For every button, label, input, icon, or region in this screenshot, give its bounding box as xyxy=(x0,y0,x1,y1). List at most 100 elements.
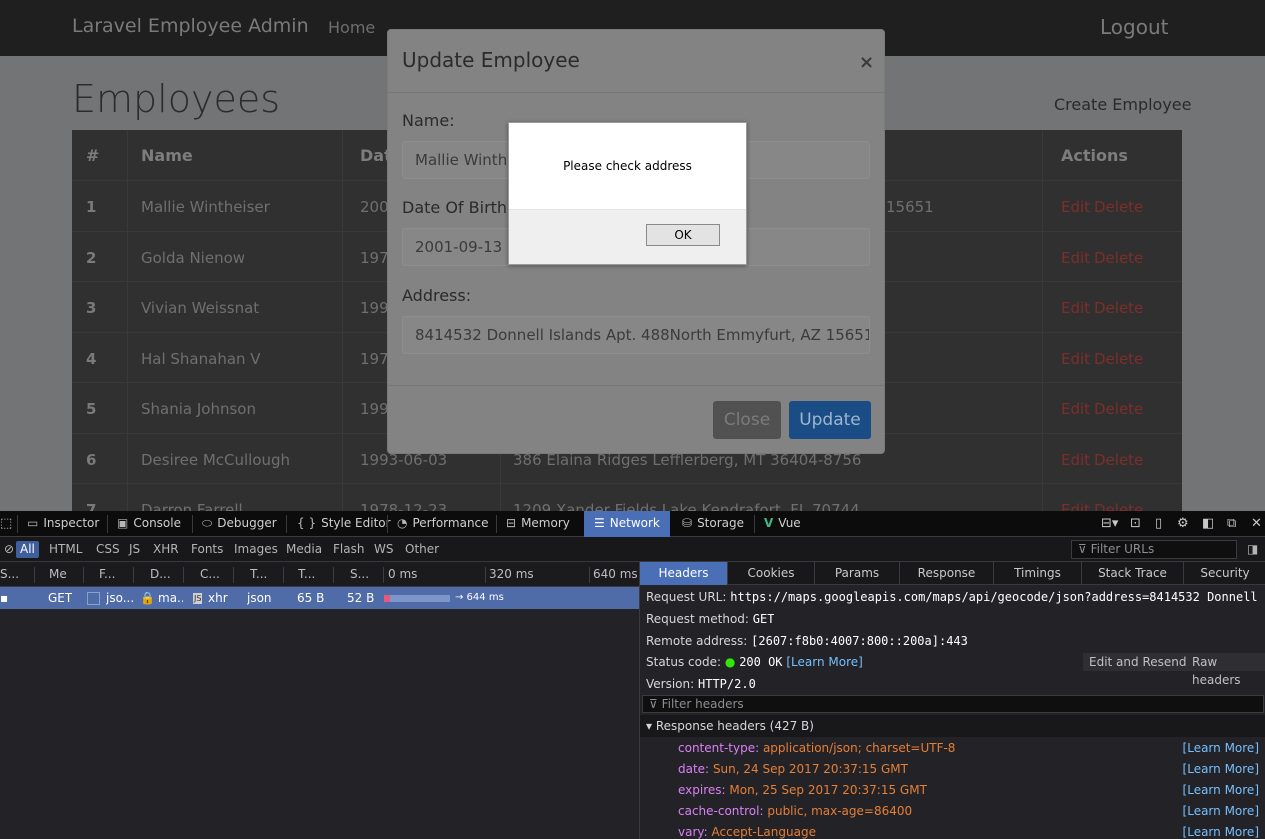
tab-vue[interactable]: V Vue xyxy=(764,511,814,537)
header-learn-more-link[interactable]: [Learn More] xyxy=(1183,822,1259,839)
request-domain: ma... xyxy=(158,591,183,605)
modal-close-button[interactable]: Close xyxy=(713,401,781,439)
row-edit-link[interactable]: Edit xyxy=(1061,282,1090,332)
row-edit-link[interactable]: Edit xyxy=(1061,383,1090,433)
filter-media[interactable]: Media xyxy=(282,541,326,558)
waterfall-tick-640: 640 ms xyxy=(593,567,638,581)
filter-ws[interactable]: WS xyxy=(370,541,397,558)
header-learn-more-link[interactable]: [Learn More] xyxy=(1183,738,1259,758)
tab-stack-trace[interactable]: Stack Trace xyxy=(1082,562,1183,585)
tab-network[interactable]: ☰ Network xyxy=(584,511,670,537)
tab-console[interactable]: ▣ Console xyxy=(117,511,197,537)
tab-storage-label: Storage xyxy=(697,516,745,530)
response-header-value[interactable]: Mon, 25 Sep 2017 20:37:15 GMT xyxy=(729,783,927,797)
filter-flash[interactable]: Flash xyxy=(329,541,368,558)
filter-fonts[interactable]: Fonts xyxy=(187,541,227,558)
request-url-value[interactable]: https://maps.googleapis.com/maps/api/geo… xyxy=(730,590,1265,604)
row-delete-link[interactable]: Delete xyxy=(1094,484,1143,511)
tab-response[interactable]: Response xyxy=(900,562,993,585)
row-edit-link[interactable]: Edit xyxy=(1061,484,1090,511)
row-edit-link[interactable]: Edit xyxy=(1061,232,1090,282)
tab-timings[interactable]: Timings xyxy=(994,562,1081,585)
modal-close-icon[interactable]: × xyxy=(859,52,874,73)
split-console-icon[interactable]: ⊟▾ xyxy=(1101,511,1118,537)
col-domain[interactable]: D... xyxy=(150,562,180,587)
tab-storage[interactable]: ⛁ Storage xyxy=(682,511,754,537)
tab-cookies[interactable]: Cookies xyxy=(728,562,814,585)
tab-performance[interactable]: ◔ Performance xyxy=(397,511,497,537)
response-header-value[interactable]: Accept-Language xyxy=(712,825,816,839)
row-edit-link[interactable]: Edit xyxy=(1061,434,1090,484)
response-headers-section[interactable]: ▾ Response headers (427 B) xyxy=(640,715,1265,737)
tabbar-divider xyxy=(496,515,497,533)
tab-memory[interactable]: ⊟ Memory xyxy=(506,511,584,537)
filter-html[interactable]: HTML xyxy=(45,541,86,558)
raw-headers-button[interactable]: Raw headers xyxy=(1186,653,1265,687)
filter-other[interactable]: Other xyxy=(401,541,443,558)
waterfall-tick-320: 320 ms xyxy=(489,567,534,581)
row-number: 4 xyxy=(86,349,97,368)
filter-urls-input[interactable]: ⊽ Filter URLs xyxy=(1071,540,1237,559)
status-code-label: Status code: xyxy=(646,655,722,669)
create-employee-link[interactable]: Create Employee xyxy=(1054,95,1192,114)
header-learn-more-link[interactable]: [Learn More] xyxy=(1183,780,1259,800)
col-size[interactable]: S... xyxy=(350,562,380,587)
row-delete-link[interactable]: Delete xyxy=(1094,282,1143,332)
row-delete-link[interactable]: Delete xyxy=(1094,232,1143,282)
response-header-value[interactable]: Sun, 24 Sep 2017 20:37:15 GMT xyxy=(713,762,908,776)
col-type[interactable]: T... xyxy=(250,562,280,587)
row-delete-link[interactable]: Delete xyxy=(1094,181,1143,231)
row-delete-link[interactable]: Delete xyxy=(1094,383,1143,433)
filter-images[interactable]: Images xyxy=(230,541,282,558)
tab-style-editor[interactable]: { } Style Editor xyxy=(297,511,391,537)
dock-side-icon[interactable]: ◧ xyxy=(1202,511,1214,537)
tab-headers[interactable]: Headers xyxy=(640,562,727,585)
header-learn-more-link[interactable]: [Learn More] xyxy=(1183,801,1259,821)
tab-debugger[interactable]: ⬭ Debugger xyxy=(202,511,287,537)
col-file[interactable]: F... xyxy=(99,562,129,587)
device-icon[interactable]: ▯ xyxy=(1155,511,1162,537)
edit-and-resend-button[interactable]: Edit and Resend xyxy=(1083,653,1193,671)
col-transferred[interactable]: T... xyxy=(298,562,328,587)
toggle-panel-icon[interactable]: ◨ xyxy=(1243,541,1262,558)
request-method-label: Request method: xyxy=(646,612,749,626)
nav-home-link[interactable]: Home xyxy=(328,18,375,37)
row-delete-link[interactable]: Delete xyxy=(1094,333,1143,383)
modal-update-button[interactable]: Update xyxy=(789,401,871,439)
nav-logout-link[interactable]: Logout xyxy=(1100,15,1168,39)
alert-ok-button[interactable]: OK xyxy=(646,224,720,246)
pick-element-icon[interactable]: ⬚ xyxy=(0,511,12,537)
filter-xhr[interactable]: XHR xyxy=(149,541,183,558)
row-edit-link[interactable]: Edit xyxy=(1061,333,1090,383)
tab-inspector[interactable]: ▭ Inspector xyxy=(27,511,107,537)
filter-js[interactable]: JS xyxy=(125,541,144,558)
responsive-mode-icon[interactable]: ⊡ xyxy=(1130,511,1141,537)
tab-memory-label: Memory xyxy=(521,516,570,530)
collapse-triangle-icon: ▾ xyxy=(646,719,656,733)
request-method-line: Request method: GET xyxy=(646,610,774,628)
navbar-brand[interactable]: Laravel Employee Admin xyxy=(72,15,309,37)
modal-footer-divider xyxy=(388,385,884,386)
tabbar-divider xyxy=(17,515,18,533)
row-dob: 1978-12-23 xyxy=(360,501,448,511)
request-row[interactable]: ▪ GET jso... 🔒 ma... JS xhr json 65 B 52… xyxy=(0,587,639,609)
row-edit-link[interactable]: Edit xyxy=(1061,181,1090,231)
tab-security[interactable]: Security xyxy=(1184,562,1265,585)
col-cause[interactable]: C... xyxy=(200,562,230,587)
close-devtools-icon[interactable]: ✕ xyxy=(1251,511,1262,537)
request-size: 52 B xyxy=(347,591,375,605)
col-status[interactable]: S... xyxy=(0,562,30,587)
response-header-value[interactable]: application/json; charset=UTF-8 xyxy=(763,741,956,755)
address-input[interactable]: 8414532 Donnell Islands Apt. 488North Em… xyxy=(402,316,870,354)
response-header-value[interactable]: public, max-age=86400 xyxy=(767,804,912,818)
header-learn-more-link[interactable]: [Learn More] xyxy=(1183,759,1259,779)
separate-window-icon[interactable]: ⧉ xyxy=(1227,511,1236,537)
col-method[interactable]: Me xyxy=(49,562,79,587)
filter-css[interactable]: CSS xyxy=(92,541,124,558)
filter-all[interactable]: All xyxy=(16,541,39,558)
tab-params[interactable]: Params xyxy=(815,562,899,585)
row-delete-link[interactable]: Delete xyxy=(1094,434,1143,484)
settings-gear-icon[interactable]: ⚙ xyxy=(1177,511,1189,537)
status-learn-more-link[interactable]: [Learn More] xyxy=(786,655,862,669)
filter-headers-input[interactable]: ⊽ Filter headers xyxy=(642,695,1264,713)
